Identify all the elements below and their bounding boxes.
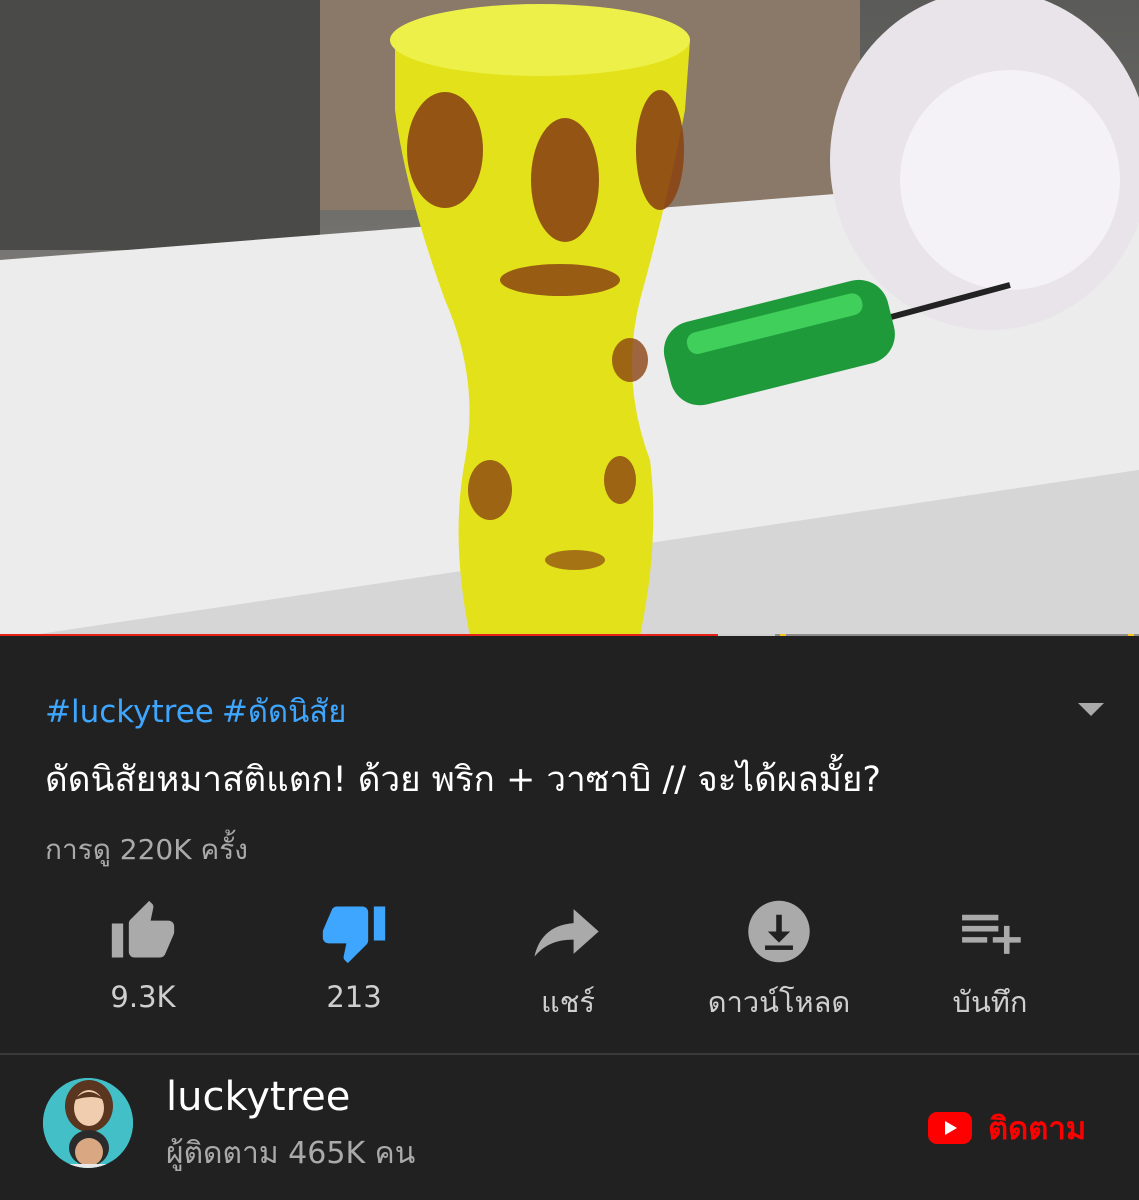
share-icon — [534, 909, 599, 957]
channel-avatar[interactable] — [43, 1078, 133, 1168]
like-button[interactable]: 9.3K — [43, 890, 243, 1025]
progress-chapter-marker — [780, 634, 786, 636]
progress-played — [0, 634, 718, 636]
channel-name[interactable]: luckytree — [166, 1074, 350, 1120]
hashtag-list: #luckytree #ดัดนิสัย — [45, 686, 354, 736]
thumbs-down-icon — [322, 906, 386, 964]
action-row: 9.3K 213 แชร์ ดาวน์โหลด บันทึก — [0, 890, 1139, 1030]
dislike-button[interactable]: 213 — [254, 890, 454, 1025]
download-button[interactable]: ดาวน์โหลด — [679, 890, 879, 1025]
download-label: ดาวน์โหลด — [707, 985, 851, 1019]
hashtag-link[interactable]: #ดัดนิสัย — [222, 694, 347, 730]
youtube-logo-icon — [928, 1112, 972, 1144]
share-button[interactable]: แชร์ — [468, 890, 668, 1025]
video-frame-image — [0, 0, 1139, 636]
section-divider — [0, 1053, 1139, 1055]
subscribe-button[interactable]: ติดตาม — [928, 1105, 1086, 1151]
hashtag-link[interactable]: #luckytree — [45, 694, 214, 730]
share-label: แชร์ — [541, 985, 595, 1019]
thumbs-up-icon — [111, 900, 175, 958]
dislike-count: 213 — [326, 980, 382, 1014]
avatar-image — [43, 1078, 133, 1168]
like-count: 9.3K — [110, 980, 176, 1014]
chevron-down-icon[interactable] — [1076, 700, 1106, 718]
progress-chapter-marker — [1128, 634, 1134, 636]
playlist-add-icon — [962, 914, 1021, 954]
subscribe-label: ติดตาม — [988, 1111, 1087, 1147]
video-progress-bar[interactable] — [0, 634, 1139, 636]
save-label: บันทึก — [952, 985, 1028, 1019]
video-player[interactable] — [0, 0, 1139, 636]
video-title: ดัดนิสัยหมาสติแตก! ด้วย พริก + วาซาบิ //… — [45, 760, 881, 800]
save-button[interactable]: บันทึก — [890, 890, 1090, 1025]
download-icon — [748, 900, 810, 963]
view-count: การดู 220K ครั้ง — [45, 833, 248, 866]
subscriber-count: ผู้ติดตาม 465K คน — [166, 1136, 416, 1171]
